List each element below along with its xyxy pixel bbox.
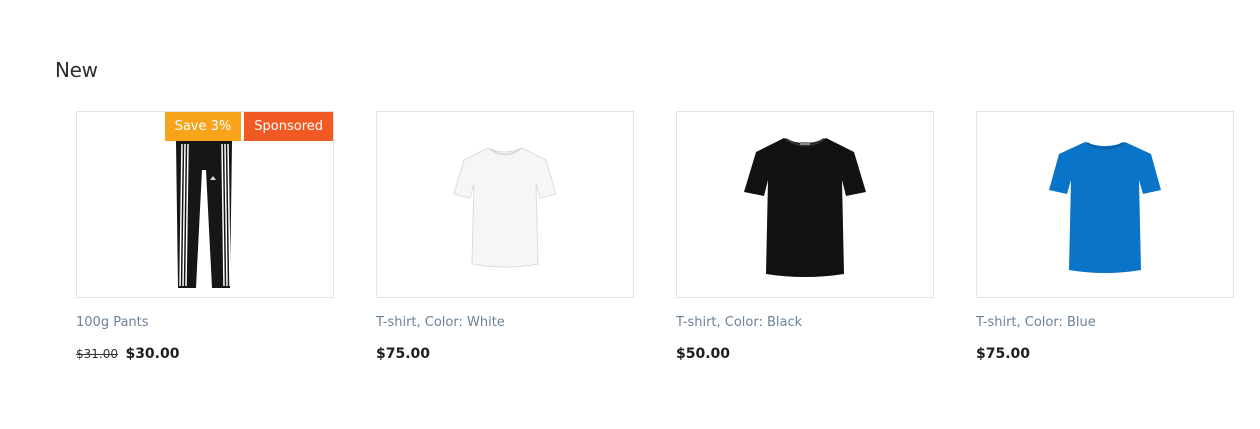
price-row: $75.00	[376, 346, 634, 362]
price: $30.00	[125, 346, 180, 362]
tshirt-white-image	[453, 146, 557, 267]
price-row: $50.00	[676, 346, 934, 362]
product-name-link[interactable]: T-shirt, Color: Blue	[976, 315, 1234, 330]
product-image[interactable]	[376, 111, 634, 298]
save-badge: Save 3%	[164, 112, 242, 141]
section-title: New	[55, 58, 98, 82]
product-image[interactable]	[976, 111, 1234, 298]
product-card[interactable]: Save 3% Sponsored 100g Pants $31.00 $30.…	[76, 111, 334, 362]
product-image[interactable]: Save 3% Sponsored	[76, 111, 334, 298]
sponsored-badge: Sponsored	[244, 112, 333, 141]
product-card[interactable]: T-shirt, Color: Black $50.00	[676, 111, 934, 362]
product-card[interactable]: T-shirt, Color: White $75.00	[376, 111, 634, 362]
product-name-link[interactable]: 100g Pants	[76, 315, 334, 330]
product-name-link[interactable]: T-shirt, Color: Black	[676, 315, 934, 330]
product-image[interactable]	[676, 111, 934, 298]
price: $75.00	[976, 346, 1031, 362]
price: $50.00	[676, 346, 731, 362]
track-pants-image	[176, 131, 232, 288]
price-row: $31.00 $30.00	[76, 346, 334, 362]
product-name-link[interactable]: T-shirt, Color: White	[376, 315, 634, 330]
price-row: $75.00	[976, 346, 1234, 362]
tshirt-blue-image	[1049, 141, 1161, 273]
price: $75.00	[376, 346, 431, 362]
tshirt-black-image	[744, 137, 866, 277]
old-price: $31.00	[76, 347, 118, 361]
product-card[interactable]: T-shirt, Color: Blue $75.00	[976, 111, 1234, 362]
